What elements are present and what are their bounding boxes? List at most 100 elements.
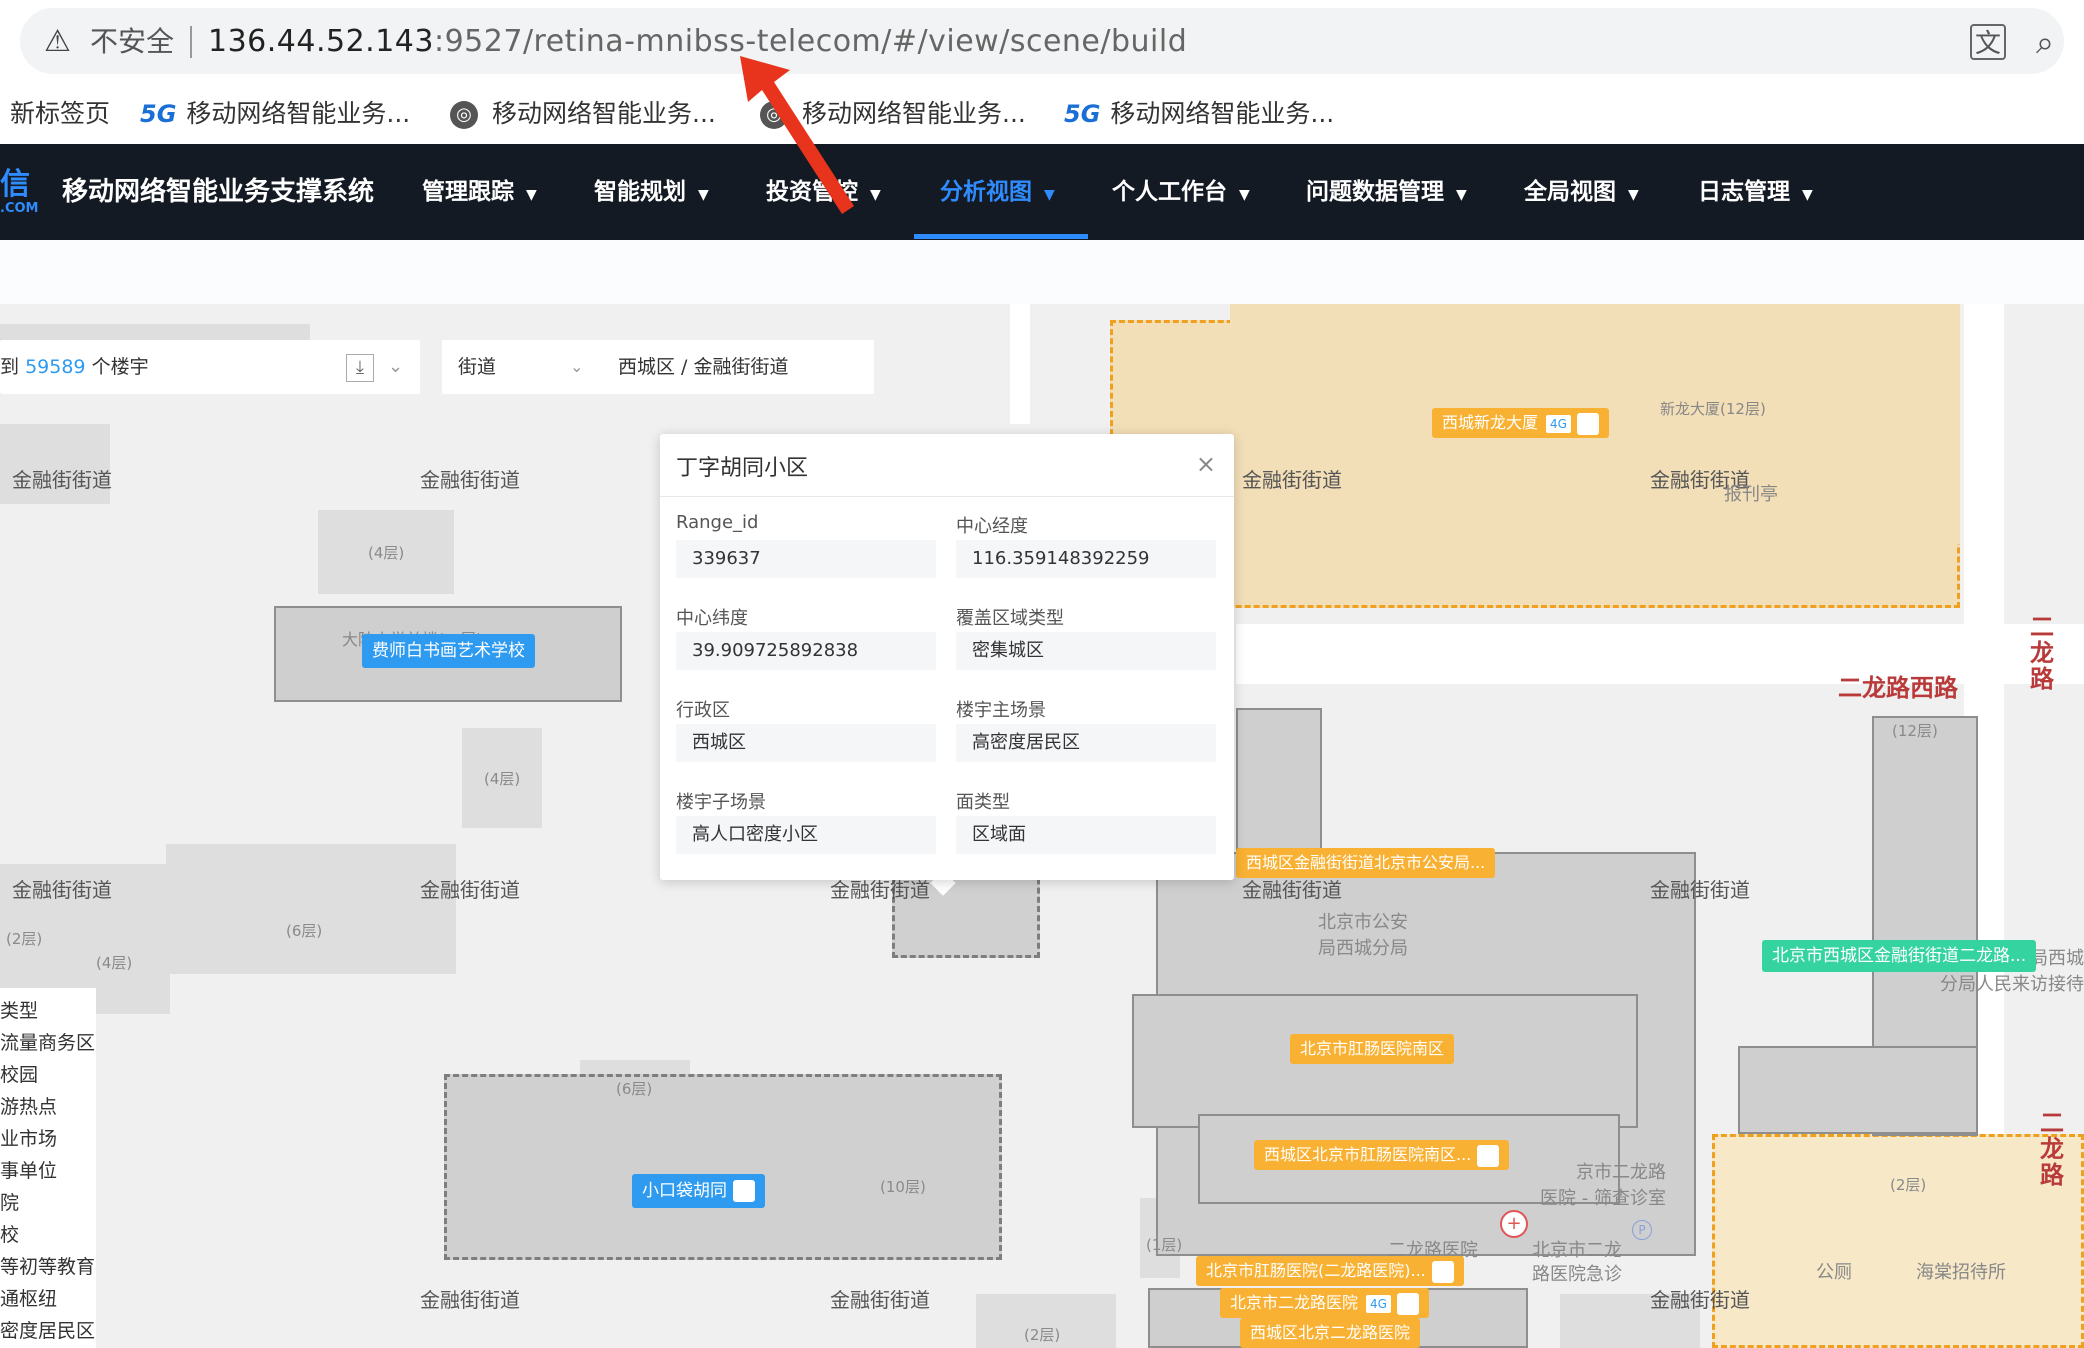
nav-personal-workbench[interactable]: 个人工作台 ▼ (1112, 144, 1250, 240)
poi-tag-school[interactable]: 费师白书画艺术学校 (362, 634, 535, 668)
globe-icon: ◎ (450, 101, 478, 129)
location-icon (1396, 1292, 1419, 1315)
street-label: 金融街街道 (12, 878, 112, 902)
legend-item[interactable]: 事单位 (0, 1156, 57, 1183)
poi-label: 北京市二龙 (1532, 1240, 1622, 1261)
field-label: 楼宇子场景 (676, 792, 766, 813)
download-icon[interactable]: ⤓ (346, 354, 374, 382)
popup-title: 丁字胡同小区 (676, 456, 809, 481)
legend-item[interactable]: 游热点 (0, 1092, 57, 1119)
poi-label: 路医院急诊 (1532, 1264, 1622, 1285)
building-info-popup: 丁字胡同小区 × Range_id 339637 中心经度 116.359148… (660, 434, 1234, 880)
floor-label: (10层) (880, 1178, 926, 1196)
level-select[interactable]: 街道 (458, 340, 496, 394)
nav-analysis-view[interactable]: 分析视图 ▼ (940, 144, 1055, 240)
5g-icon: 5G (1064, 100, 1101, 128)
warning-icon[interactable]: ⚠ (44, 22, 84, 62)
zoom-icon[interactable]: ⌕ (2036, 22, 2054, 62)
nav-label: 智能规划 (594, 179, 686, 205)
close-icon[interactable]: × (1196, 450, 1216, 478)
found-prefix: 到 (0, 356, 20, 378)
tag-label: 西城新龙大厦 (1442, 413, 1539, 432)
street-label: 金融街街道 (420, 878, 520, 902)
field-label: 中心经度 (956, 516, 1028, 537)
nav-label: 个人工作台 (1112, 179, 1227, 205)
field-value: 高密度居民区 (956, 724, 1216, 762)
floor-label: (6层) (286, 922, 323, 940)
street-label: 金融街街道 (1650, 1288, 1750, 1312)
tag-label: 北京市肛肠医院(二龙路医院)... (1206, 1261, 1426, 1280)
4g-badge: 4G (1546, 414, 1571, 433)
region-cascader[interactable]: 西城区 / 金融街街道 (618, 340, 788, 394)
legend-item[interactable]: 类型 (0, 996, 38, 1023)
security-label[interactable]: 不安全 (90, 20, 174, 64)
nav-label: 日志管理 (1698, 179, 1790, 205)
caret-down-icon: ▼ (1456, 187, 1467, 203)
building-dashed[interactable] (444, 1074, 1002, 1260)
poi-tag[interactable]: 西城新龙大厦 4G (1432, 408, 1609, 438)
road-name: 二龙路 (2030, 613, 2054, 693)
url-host: 136.44.52.143 (208, 24, 434, 59)
url-separator (190, 26, 192, 58)
nav-problem-data[interactable]: 问题数据管理 ▼ (1306, 144, 1467, 240)
legend-item[interactable]: 密度居民区 (0, 1316, 95, 1343)
poi-tag-hutong[interactable]: 小口袋胡同 (632, 1174, 765, 1208)
building-icon (733, 1180, 755, 1202)
poi-tag[interactable]: 北京市肛肠医院(二龙路医院)... (1196, 1256, 1464, 1286)
floor-label: (4层) (484, 770, 521, 788)
street-label: 金融街街道 (12, 468, 112, 492)
nav-label: 问题数据管理 (1306, 179, 1444, 205)
legend-item[interactable]: 校园 (0, 1060, 38, 1087)
poi-label: 医院 - 筛查诊室 (1540, 1188, 1666, 1209)
bookmark-label: 移动网络智能业务... (492, 99, 716, 128)
poi-tag-green[interactable]: 北京市西城区金融街街道二龙路... (1762, 940, 2037, 972)
bookmark-new-tab[interactable]: 新标签页 (10, 84, 110, 144)
caret-down-icon: ▼ (870, 187, 881, 203)
nav-smart-planning[interactable]: 智能规划 ▼ (594, 144, 709, 240)
legend-item[interactable]: 等初等教育 (0, 1252, 95, 1279)
legend-item[interactable]: 校 (0, 1220, 19, 1247)
poi-label: 局西城 (2030, 948, 2084, 969)
bookmark-label: 移动网络智能业务... (1110, 99, 1335, 128)
nav-label: 分析视图 (940, 179, 1032, 205)
legend-item[interactable]: 流量商务区 (0, 1028, 95, 1055)
legend-item[interactable]: 院 (0, 1188, 19, 1215)
bookmark-item[interactable]: 5G 移动网络智能业务... (140, 84, 410, 144)
bookmark-item[interactable]: 5G 移动网络智能业务... (1064, 84, 1334, 144)
nav-log-management[interactable]: 日志管理 ▼ (1698, 144, 1813, 240)
building[interactable] (1738, 1046, 1978, 1134)
street-label: 金融街街道 (1650, 878, 1750, 902)
legend-item[interactable]: 通枢纽 (0, 1284, 57, 1311)
5g-icon: 5G (140, 100, 177, 128)
poi-tag[interactable]: 西城区北京二龙路医院 (1240, 1318, 1421, 1348)
translate-icon[interactable]: 文 (1970, 24, 2006, 60)
bookmark-item[interactable]: ◎ 移动网络智能业务... (450, 84, 716, 144)
poi-tag[interactable]: 北京市二龙路医院 4G (1220, 1288, 1429, 1318)
field-value: 区域面 (956, 816, 1216, 854)
tag-label: 北京市二龙路医院 (1230, 1293, 1359, 1312)
found-number: 59589 (25, 356, 86, 378)
highlight-area[interactable] (1712, 1134, 2084, 1348)
divider (660, 496, 1234, 497)
annotation-arrow-icon (740, 56, 854, 214)
road-name: 二龙路 (2040, 1109, 2064, 1189)
poi-label: 分局人民来访接待 (1940, 974, 2084, 995)
building-icon (1576, 412, 1599, 435)
poi-tag[interactable]: 西城区金融街街道北京市公安局... (1236, 848, 1496, 878)
floor-label: (2层) (1890, 1176, 1927, 1194)
location-icon (1431, 1260, 1454, 1283)
poi-tag[interactable]: 西城区北京市肛肠医院南区... (1254, 1140, 1510, 1170)
logo[interactable]: 信 .COM (0, 168, 40, 218)
nav-label: 全局视图 (1524, 179, 1616, 205)
poi-tag[interactable]: 北京市肛肠医院南区 (1290, 1034, 1455, 1064)
found-count: 到 59589 个楼宇 (0, 340, 149, 394)
chevron-down-icon[interactable]: ⌄ (570, 340, 583, 394)
chevron-down-icon[interactable]: ⌄ (388, 352, 403, 382)
legend-item[interactable]: 业市场 (0, 1124, 57, 1151)
nav-global-view[interactable]: 全局视图 ▼ (1524, 144, 1639, 240)
floor-label: (2层) (1024, 1326, 1061, 1344)
sub-toolbar (0, 240, 2084, 304)
url-text[interactable]: 136.44.52.143:9527/retina-mnibss-telecom… (208, 20, 1187, 64)
caret-down-icon: ▼ (1802, 187, 1813, 203)
nav-management-tracking[interactable]: 管理跟踪 ▼ (422, 144, 537, 240)
